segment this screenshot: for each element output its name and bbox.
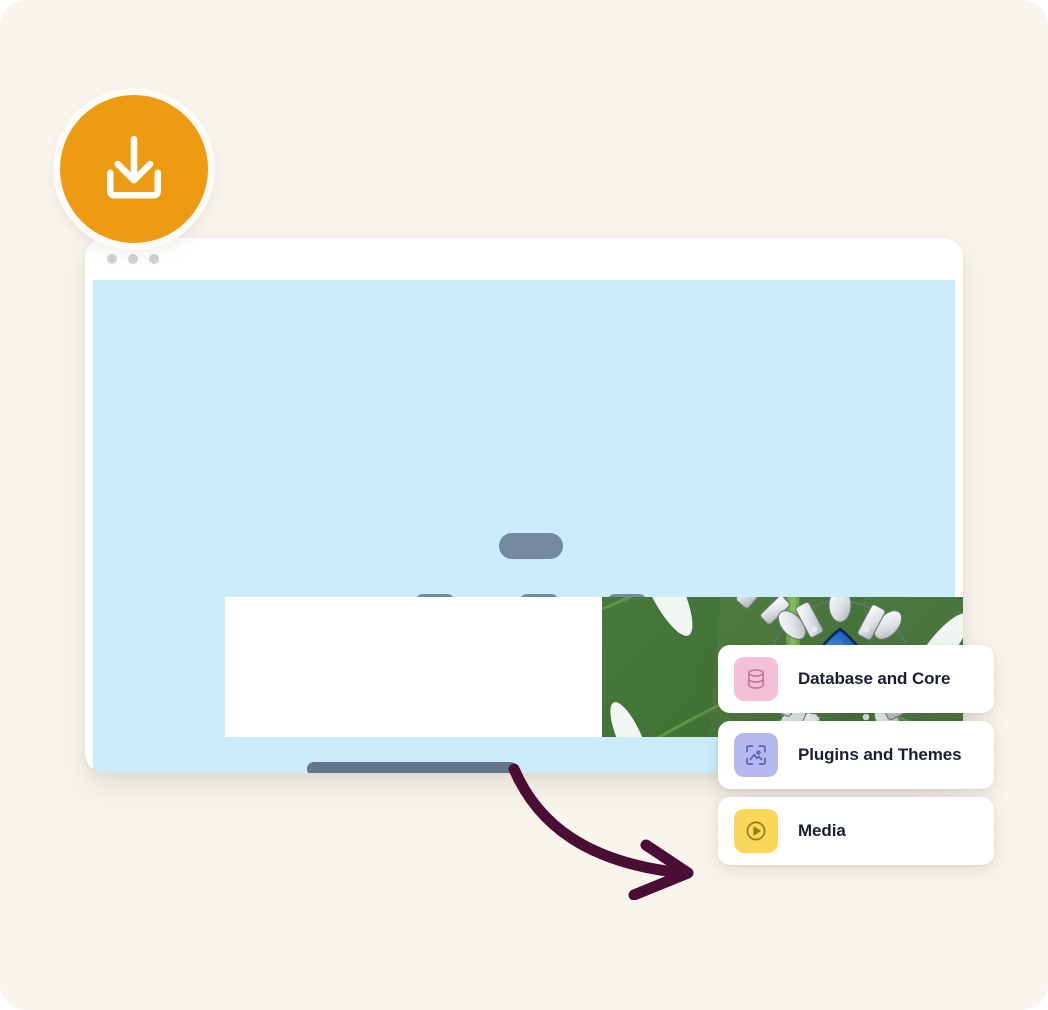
database-icon — [734, 657, 778, 701]
curved-arrow-annotation — [500, 755, 730, 900]
category-card-media[interactable]: Media — [718, 797, 994, 865]
category-label: Media — [798, 821, 846, 840]
category-label: Database and Core — [798, 669, 951, 688]
browser-title-bar — [85, 238, 963, 280]
download-badge[interactable] — [53, 88, 215, 250]
hero-heading-placeholder — [499, 533, 563, 559]
window-dot-close[interactable] — [107, 254, 117, 264]
image-frame-icon — [734, 733, 778, 777]
window-dot-minimize[interactable] — [128, 254, 138, 264]
illustration-canvas: Database and Core Plugins and Themes Med… — [0, 0, 1048, 1010]
category-card-database-and-core[interactable]: Database and Core — [718, 645, 994, 713]
content-text-panel — [225, 597, 602, 773]
play-circle-icon — [734, 809, 778, 853]
download-tray-icon — [94, 129, 174, 209]
text-line-placeholder-1 — [307, 762, 517, 773]
category-label: Plugins and Themes — [798, 745, 962, 764]
backup-category-list: Database and Core Plugins and Themes Med… — [718, 645, 994, 865]
window-dot-maximize[interactable] — [149, 254, 159, 264]
category-card-plugins-and-themes[interactable]: Plugins and Themes — [718, 721, 994, 789]
